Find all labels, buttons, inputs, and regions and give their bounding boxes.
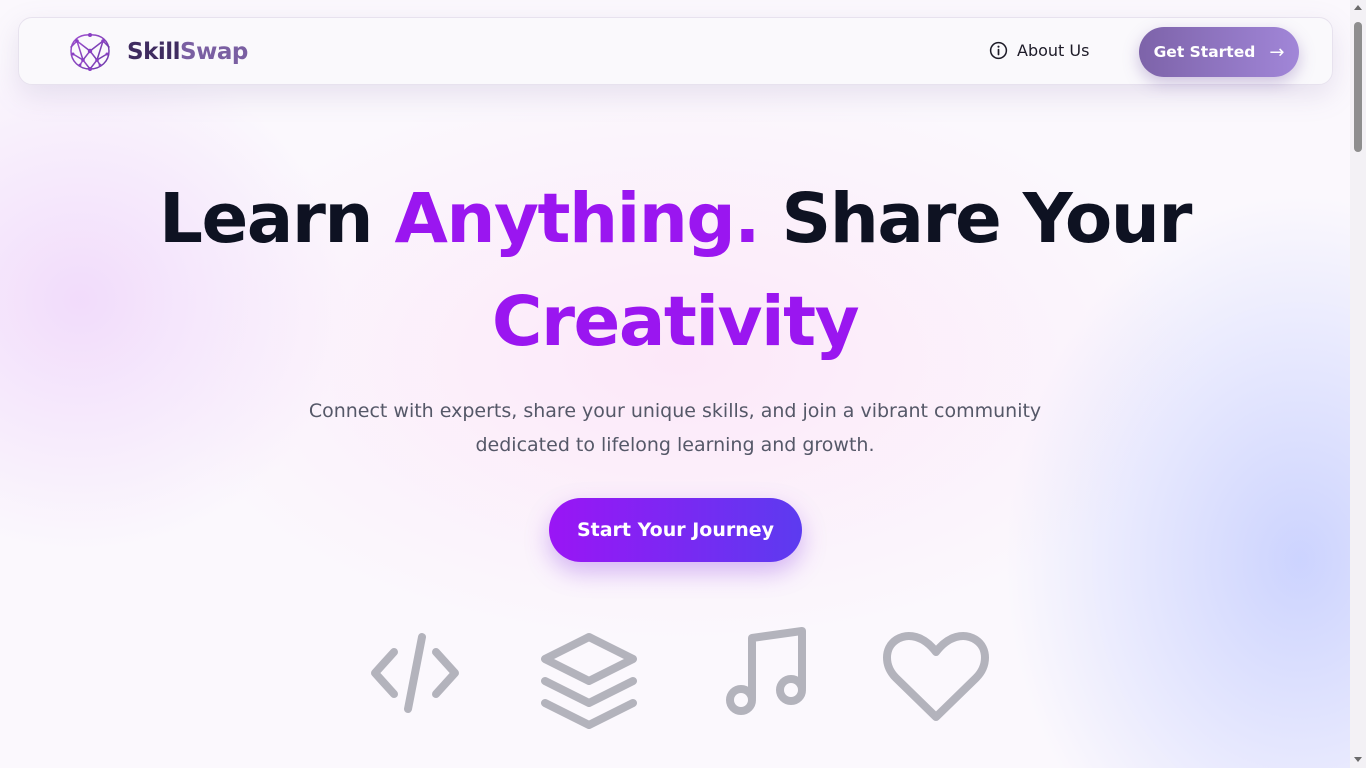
brain-network-icon <box>70 33 110 71</box>
scroll-up-arrow-icon[interactable] <box>1354 5 1362 10</box>
scroll-down-arrow-icon[interactable] <box>1354 757 1362 762</box>
get-started-label: Get Started <box>1153 43 1256 61</box>
hero-title-part1: Learn <box>159 179 395 259</box>
brand-logo[interactable]: SkillSwap <box>67 32 248 72</box>
brand-name: SkillSwap <box>127 39 248 65</box>
hero-subtitle: Connect with experts, share your unique … <box>275 394 1075 462</box>
about-us-link[interactable]: About Us <box>989 41 1089 60</box>
info-icon <box>989 41 1008 60</box>
start-journey-label: Start Your Journey <box>576 519 775 541</box>
hero-title-accent-anything: Anything. <box>394 179 761 259</box>
navbar: SkillSwap About Us Get Started → <box>18 17 1333 85</box>
about-us-label: About Us <box>1017 41 1090 60</box>
hero-title: Learn Anything. Share Your Creativity <box>0 168 1350 374</box>
brand-name-part2: Swap <box>180 39 248 65</box>
hero-title-part2: Share Your <box>759 179 1193 259</box>
brand-name-part1: Skill <box>127 39 181 65</box>
scrollbar-thumb[interactable] <box>1354 22 1362 152</box>
music-icon <box>726 627 806 715</box>
layers-icon <box>541 633 637 729</box>
start-journey-button[interactable]: Start Your Journey <box>549 498 802 562</box>
landing-page: SkillSwap About Us Get Started → Learn A… <box>0 0 1350 768</box>
code-icon <box>371 633 459 713</box>
hero-subtitle-line1: Connect with experts, share your unique … <box>308 400 1042 422</box>
arrow-right-icon: → <box>1269 41 1285 63</box>
heart-icon <box>883 632 989 721</box>
vertical-scrollbar[interactable] <box>1350 0 1366 768</box>
hero-subtitle-line2: dedicated to lifelong learning and growt… <box>475 434 875 456</box>
get-started-button[interactable]: Get Started → <box>1139 27 1299 77</box>
hero-title-accent-creativity: Creativity <box>491 282 860 362</box>
